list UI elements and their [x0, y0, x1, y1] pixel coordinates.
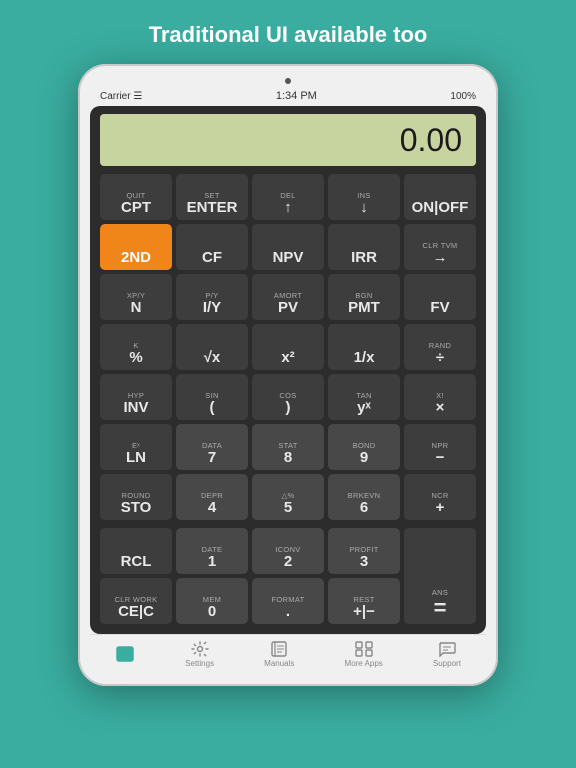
calc-btn-ONOFF[interactable]: ON|OFF — [404, 174, 476, 220]
time: 1:34 PM — [276, 90, 317, 102]
calc-btn-[interactable]: DEL↑ — [252, 174, 324, 220]
calc-btn-RCL[interactable]: RCL — [100, 528, 172, 574]
calc-btn-[interactable]: COS) — [252, 374, 324, 420]
calc-btn-3[interactable]: PROFIT3 — [328, 528, 400, 574]
page-title: Traditional UI available too — [149, 22, 428, 48]
calc-btn-CPT[interactable]: QUITCPT — [100, 174, 172, 220]
calc-btn-INV[interactable]: HYPINV — [100, 374, 172, 420]
calc-btn-PV[interactable]: AMORTPV — [252, 274, 324, 320]
calc-btn-5[interactable]: △%5 — [252, 474, 324, 520]
calc-btn-LN[interactable]: eˣLN — [100, 424, 172, 470]
calc-btn-[interactable]: nCr+ — [404, 474, 476, 520]
nav-label-apps: More Apps — [345, 659, 383, 668]
calc-btn-[interactable]: x!× — [404, 374, 476, 420]
calc-btn-CEC[interactable]: CLR WORKCE|C — [100, 578, 172, 624]
nav-item-gear[interactable]: Settings — [185, 641, 214, 668]
calc-btn-[interactable]: SIN( — [176, 374, 248, 420]
ipad-frame: Carrier ☰ 1:34 PM 100% 0.00 QUITCPTSETEN… — [78, 64, 498, 686]
apps-icon — [354, 641, 374, 657]
bottom-nav: Settings Manuals More Apps Support — [90, 634, 486, 672]
nav-item-book[interactable]: Manuals — [264, 641, 294, 668]
nav-label-gear: Settings — [185, 659, 214, 668]
calc-btn-0[interactable]: MEM0 — [176, 578, 248, 624]
calc-btn-1[interactable]: DATE1 — [176, 528, 248, 574]
calc-btn-N[interactable]: xP/YN — [100, 274, 172, 320]
battery: 100% — [450, 91, 476, 102]
calc-btn-8[interactable]: STAT8 — [252, 424, 324, 470]
status-bar: Carrier ☰ 1:34 PM 100% — [90, 88, 486, 106]
chat-icon — [437, 641, 457, 657]
calc-btn-x[interactable]: √x — [176, 324, 248, 370]
calc-btn-equals[interactable]: ANS= — [404, 528, 476, 624]
calc-btn-IY[interactable]: P/YI/Y — [176, 274, 248, 320]
calc-btn-y[interactable]: TANyˣ — [328, 374, 400, 420]
nav-label-chat: Support — [433, 659, 461, 668]
calc-btn-[interactable]: INS↓ — [328, 174, 400, 220]
calc-btn-[interactable]: K% — [100, 324, 172, 370]
calc-btn-[interactable]: RAND÷ — [404, 324, 476, 370]
nav-item-calc[interactable] — [115, 646, 135, 664]
calc-icon — [115, 646, 135, 662]
calc-btn-2ND[interactable]: 2ND — [100, 224, 172, 270]
calc-btn-6[interactable]: BRKEVN6 — [328, 474, 400, 520]
camera-dot — [285, 78, 291, 84]
calc-btn-[interactable]: REST+|− — [328, 578, 400, 624]
calc-btn-NPV[interactable]: NPV — [252, 224, 324, 270]
calculator-body: 0.00 QUITCPTSETENTERDEL↑INS↓ON|OFF 2NDCFN… — [90, 106, 486, 634]
nav-item-chat[interactable]: Support — [433, 641, 461, 668]
book-icon — [269, 641, 289, 657]
calc-btn-IRR[interactable]: IRR — [328, 224, 400, 270]
calc-btn-CF[interactable]: CF — [176, 224, 248, 270]
calc-btn-[interactable]: FORMAT. — [252, 578, 324, 624]
carrier: Carrier ☰ — [100, 91, 142, 102]
calc-btn-ENTER[interactable]: SETENTER — [176, 174, 248, 220]
calc-btn-9[interactable]: BOND9 — [328, 424, 400, 470]
calc-btn-STO[interactable]: ROUNDSTO — [100, 474, 172, 520]
calc-btn-7[interactable]: DATA7 — [176, 424, 248, 470]
display: 0.00 — [100, 114, 476, 166]
calc-btn-PMT[interactable]: BGNPMT — [328, 274, 400, 320]
calc-btn-x[interactable]: x² — [252, 324, 324, 370]
calc-btn-2[interactable]: ICONV2 — [252, 528, 324, 574]
gear-icon — [190, 641, 210, 657]
calc-btn-[interactable]: nPr− — [404, 424, 476, 470]
button-grid: QUITCPTSETENTERDEL↑INS↓ON|OFF 2NDCFNPVIRR… — [100, 174, 476, 624]
nav-item-apps[interactable]: More Apps — [345, 641, 383, 668]
nav-label-book: Manuals — [264, 659, 294, 668]
calc-btn-[interactable]: CLR TVM→ — [404, 224, 476, 270]
calc-btn-1x[interactable]: 1/x — [328, 324, 400, 370]
calc-btn-FV[interactable]: FV — [404, 274, 476, 320]
calc-btn-4[interactable]: DEPR4 — [176, 474, 248, 520]
display-value: 0.00 — [400, 122, 462, 159]
